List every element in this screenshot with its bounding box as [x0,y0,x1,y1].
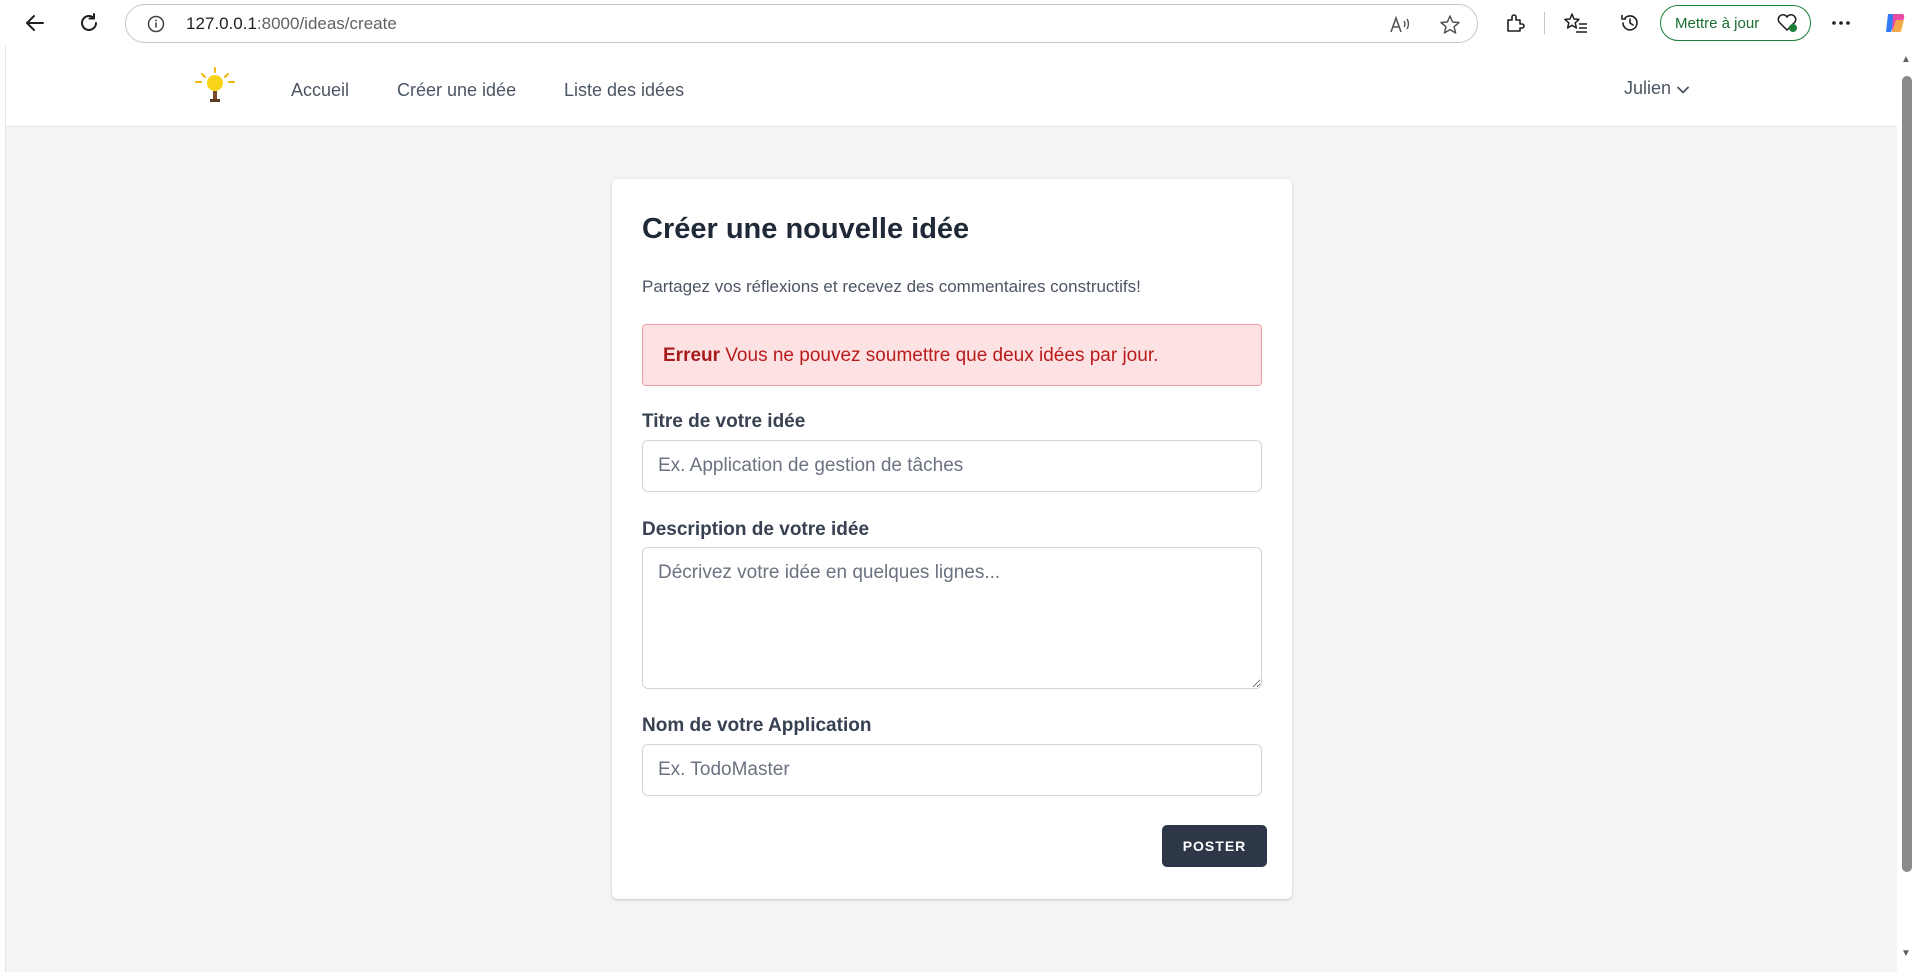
description-label: Description de votre idée [642,519,870,540]
more-options-icon[interactable] [1828,10,1854,36]
page-viewport: Accueil Créer une idée Liste des idées J… [5,46,1897,972]
favorite-star-icon[interactable] [1439,14,1461,36]
address-bar[interactable]: 127.0.0.1:8000/ideas/create [125,4,1478,43]
user-name: Julien [1624,78,1672,98]
read-aloud-icon[interactable] [1389,14,1411,36]
chevron-down-icon [1677,78,1689,99]
url-path: :8000/ideas/create [256,14,397,33]
heartbeat-icon [1776,13,1798,37]
browser-toolbar: 127.0.0.1:8000/ideas/create Mettre à jou… [0,0,1919,46]
page-scrollbar[interactable]: ▲ ▼ [1897,46,1919,972]
scrollbar-thumb[interactable] [1902,76,1912,872]
post-button[interactable]: POSTER [1162,825,1267,867]
refresh-icon[interactable] [72,6,106,40]
url-text: 127.0.0.1:8000/ideas/create [186,14,397,34]
title-input[interactable] [642,440,1262,492]
scroll-up-arrow-icon[interactable]: ▲ [1901,54,1911,65]
update-button-label: Mettre à jour [1675,14,1760,32]
create-idea-card: Créer une nouvelle idée Partagez vos réf… [612,179,1292,899]
site-navbar: Accueil Créer une idée Liste des idées J… [6,46,1897,127]
update-button[interactable]: Mettre à jour [1660,5,1811,41]
site-info-icon[interactable] [147,15,165,38]
url-host: 127.0.0.1 [186,14,257,33]
error-prefix: Erreur [663,345,721,366]
error-alert: Erreur Vous ne pouvez soumettre que deux… [642,324,1262,386]
nav-link-home[interactable]: Accueil [291,80,349,101]
app-name-label: Nom de votre Application [642,715,872,736]
history-icon[interactable] [1617,10,1643,36]
extensions-icon[interactable] [1502,10,1528,36]
page-title: Créer une nouvelle idée [642,213,970,245]
app-name-input[interactable] [642,744,1262,796]
lightbulb-logo-icon[interactable] [192,66,238,106]
title-label: Titre de votre idée [642,411,806,432]
description-textarea[interactable] [642,547,1262,689]
toolbar-divider [1544,12,1545,34]
page-subtitle: Partagez vos réflexions et recevez des c… [642,277,1141,296]
error-message: Vous ne pouvez soumettre que deux idées … [720,345,1159,366]
favorites-icon[interactable] [1563,10,1589,36]
nav-link-create-idea[interactable]: Créer une idée [397,80,516,101]
user-menu[interactable]: Julien [1624,78,1689,99]
back-icon[interactable] [18,6,52,40]
nav-link-idea-list[interactable]: Liste des idées [564,80,684,101]
scroll-down-arrow-icon[interactable]: ▼ [1901,948,1911,959]
copilot-icon[interactable] [1882,10,1908,36]
